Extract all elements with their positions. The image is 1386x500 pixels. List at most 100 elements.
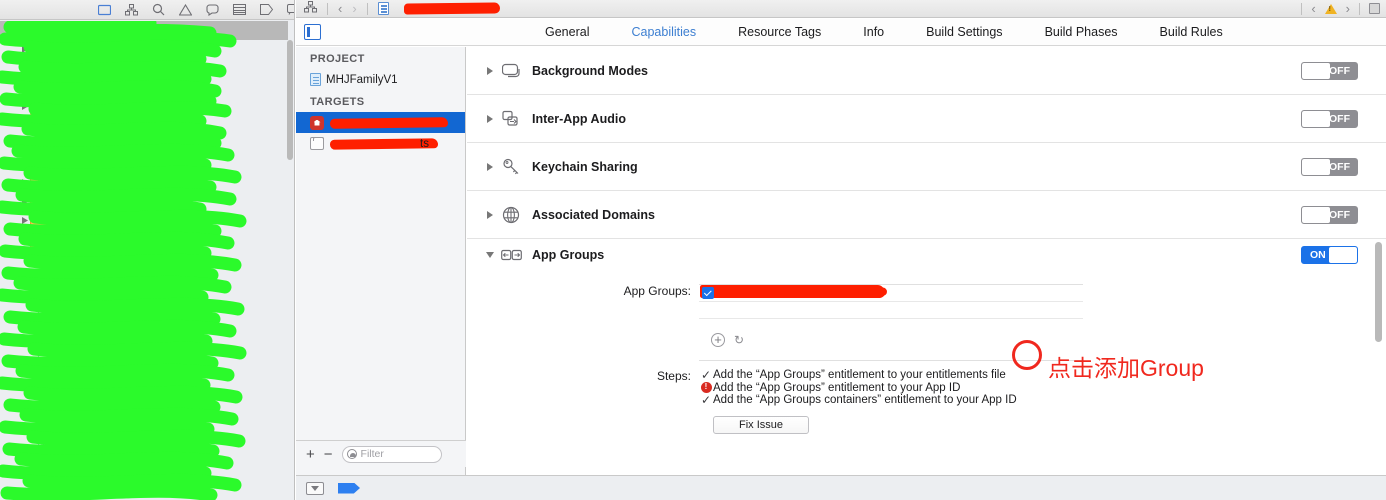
tree-row[interactable] xyxy=(0,97,288,116)
capabilities-scrollbar[interactable] xyxy=(1375,242,1382,342)
remove-target-button[interactable]: − xyxy=(324,447,333,462)
navigator-scrollbar[interactable] xyxy=(287,40,293,160)
tree-row[interactable]: Home xyxy=(0,230,288,249)
tree-row[interactable]: DeviceS xyxy=(0,192,288,211)
tree-row[interactable] xyxy=(0,40,288,59)
capability-row-inter-app-audio[interactable]: Inter-App Audio OFF xyxy=(467,95,1386,143)
capability-toggle-associated-domains[interactable]: OFF xyxy=(1301,205,1358,224)
disclosure-triangle-icon[interactable] xyxy=(20,84,30,91)
flag-icon[interactable] xyxy=(338,482,360,494)
breadcrumb-file-icon[interactable] xyxy=(377,2,389,15)
disclosure-triangle-icon[interactable] xyxy=(20,236,30,243)
disclosure-triangle-icon[interactable] xyxy=(20,217,30,224)
app-groups-table[interactable]: + ↻ xyxy=(699,284,1083,361)
tree-row[interactable]: ell.h xyxy=(0,306,288,325)
capability-toggle-inter-app-audio[interactable]: OFF xyxy=(1301,109,1358,128)
disclosure-triangle-icon[interactable] xyxy=(20,198,30,205)
step-text: Add the “App Groups containers” entitlem… xyxy=(713,394,1017,407)
jump-forward-button[interactable]: › xyxy=(1346,2,1350,15)
fix-issue-button[interactable]: Fix Issue xyxy=(713,415,809,434)
tab-general[interactable]: General xyxy=(524,25,610,39)
tree-row[interactable]: .png xyxy=(0,287,288,306)
folder-icon[interactable] xyxy=(98,3,111,17)
tree-row[interactable]: F xyxy=(0,135,288,154)
tree-row[interactable]: MHJFamilyV1 xyxy=(0,21,288,40)
project-row[interactable]: MHJFamilyV1 xyxy=(296,69,465,90)
tree-row[interactable]: troller.m xyxy=(0,382,288,401)
tree-row[interactable] xyxy=(0,116,288,135)
disclosure-triangle-icon[interactable] xyxy=(484,252,495,258)
disclosure-triangle-icon[interactable] xyxy=(4,27,14,34)
tab-build-settings[interactable]: Build Settings xyxy=(905,25,1023,39)
tree-row[interactable] xyxy=(0,268,288,287)
add-target-button[interactable]: + xyxy=(306,447,315,462)
app-group-checkbox[interactable] xyxy=(702,287,714,299)
tree-row[interactable] xyxy=(0,154,288,173)
disclosure-triangle-icon[interactable] xyxy=(20,122,30,129)
tree-row[interactable]: iewController.h xyxy=(0,477,288,496)
tree-row[interactable]: onViewCell.xib xyxy=(0,344,288,363)
tree-row[interactable] xyxy=(0,249,288,268)
refresh-app-groups-button[interactable]: ↻ xyxy=(734,333,744,347)
tree-row[interactable]: er.m xyxy=(0,458,288,477)
disclosure-triangle-icon[interactable] xyxy=(484,66,495,75)
warning-triangle-icon[interactable] xyxy=(1324,3,1337,14)
jump-back-button[interactable]: ‹ xyxy=(1311,2,1315,15)
capability-row-keychain-sharing[interactable]: Keychain Sharing OFF xyxy=(467,143,1386,191)
filter-input[interactable]: Filter xyxy=(341,445,442,463)
tree-row[interactable] xyxy=(0,363,288,382)
capability-toggle-background-modes[interactable]: OFF xyxy=(1301,61,1358,80)
capability-row-app-groups[interactable]: App Groups ON xyxy=(467,239,1386,271)
debug-icon[interactable] xyxy=(260,3,273,17)
capability-toggle-app-groups[interactable]: ON xyxy=(1301,246,1358,264)
search-icon[interactable] xyxy=(152,3,165,17)
tree-row[interactable] xyxy=(0,59,288,78)
tab-build-phases[interactable]: Build Phases xyxy=(1024,25,1139,39)
xcode-window: MHJFamilyV1 F SocketTest DeviceS MyI Hom… xyxy=(0,0,1386,500)
filter-icon[interactable] xyxy=(306,481,324,495)
app-group-item-row[interactable] xyxy=(699,285,1083,302)
tree-row[interactable]: .m xyxy=(0,325,288,344)
tree-row[interactable]: oller.h xyxy=(0,439,288,458)
hierarchy-icon[interactable] xyxy=(304,0,317,18)
capability-name: Background Modes xyxy=(532,63,648,78)
disclosure-triangle-icon[interactable] xyxy=(484,210,495,219)
target-editor-tabbar: General Capabilities Resource Tags Info … xyxy=(296,19,1386,46)
tab-capabilities[interactable]: Capabilities xyxy=(610,25,717,39)
target-row-app[interactable] xyxy=(296,112,465,133)
issue-icon[interactable] xyxy=(206,3,219,17)
file-tree[interactable]: MHJFamilyV1 F SocketTest DeviceS MyI Hom… xyxy=(0,21,288,500)
tab-build-rules[interactable]: Build Rules xyxy=(1139,25,1244,39)
tree-row[interactable]: iewCell.h xyxy=(0,401,288,420)
disclosure-triangle-icon[interactable] xyxy=(20,103,30,110)
hierarchy-icon[interactable] xyxy=(125,3,138,17)
step-text: Add the “App Groups” entitlement to your… xyxy=(713,381,961,394)
report-icon[interactable] xyxy=(287,3,294,17)
add-app-group-button[interactable]: + xyxy=(711,332,725,347)
disclosure-triangle-icon[interactable] xyxy=(20,65,30,72)
tab-info[interactable]: Info xyxy=(842,25,905,39)
tree-row[interactable]: ell.m xyxy=(0,420,288,439)
back-button[interactable]: ‹ xyxy=(338,2,342,15)
tree-row[interactable]: SocketTest xyxy=(0,173,288,192)
tree-row[interactable]: MyI xyxy=(0,211,288,230)
tree-row[interactable] xyxy=(0,78,288,97)
tree-row-label: ell.m xyxy=(149,423,174,436)
capability-toggle-keychain-sharing[interactable]: OFF xyxy=(1301,157,1358,176)
test-icon[interactable] xyxy=(233,3,246,17)
disclosure-triangle-icon[interactable] xyxy=(20,179,30,186)
tab-resource-tags[interactable]: Resource Tags xyxy=(717,25,842,39)
assistant-editor-icon[interactable] xyxy=(1369,3,1380,14)
capability-row-background-modes[interactable]: Background Modes OFF xyxy=(467,47,1386,95)
disclosure-triangle-icon[interactable] xyxy=(20,141,30,148)
disclosure-triangle-icon[interactable] xyxy=(20,46,30,53)
hide-project-list-button[interactable] xyxy=(304,24,321,40)
disclosure-triangle-icon[interactable] xyxy=(484,162,495,171)
forward-button[interactable]: › xyxy=(352,2,356,15)
app-groups-detail-panel: App Groups: + ↻ Steps: ✓ Add the “App Gr… xyxy=(467,271,1386,442)
disclosure-triangle-icon[interactable] xyxy=(484,114,495,123)
warning-icon[interactable] xyxy=(179,3,192,17)
disclosure-triangle-icon[interactable] xyxy=(20,160,30,167)
capability-row-associated-domains[interactable]: Associated Domains OFF xyxy=(467,191,1386,239)
target-row-tests[interactable]: ts xyxy=(296,133,465,154)
